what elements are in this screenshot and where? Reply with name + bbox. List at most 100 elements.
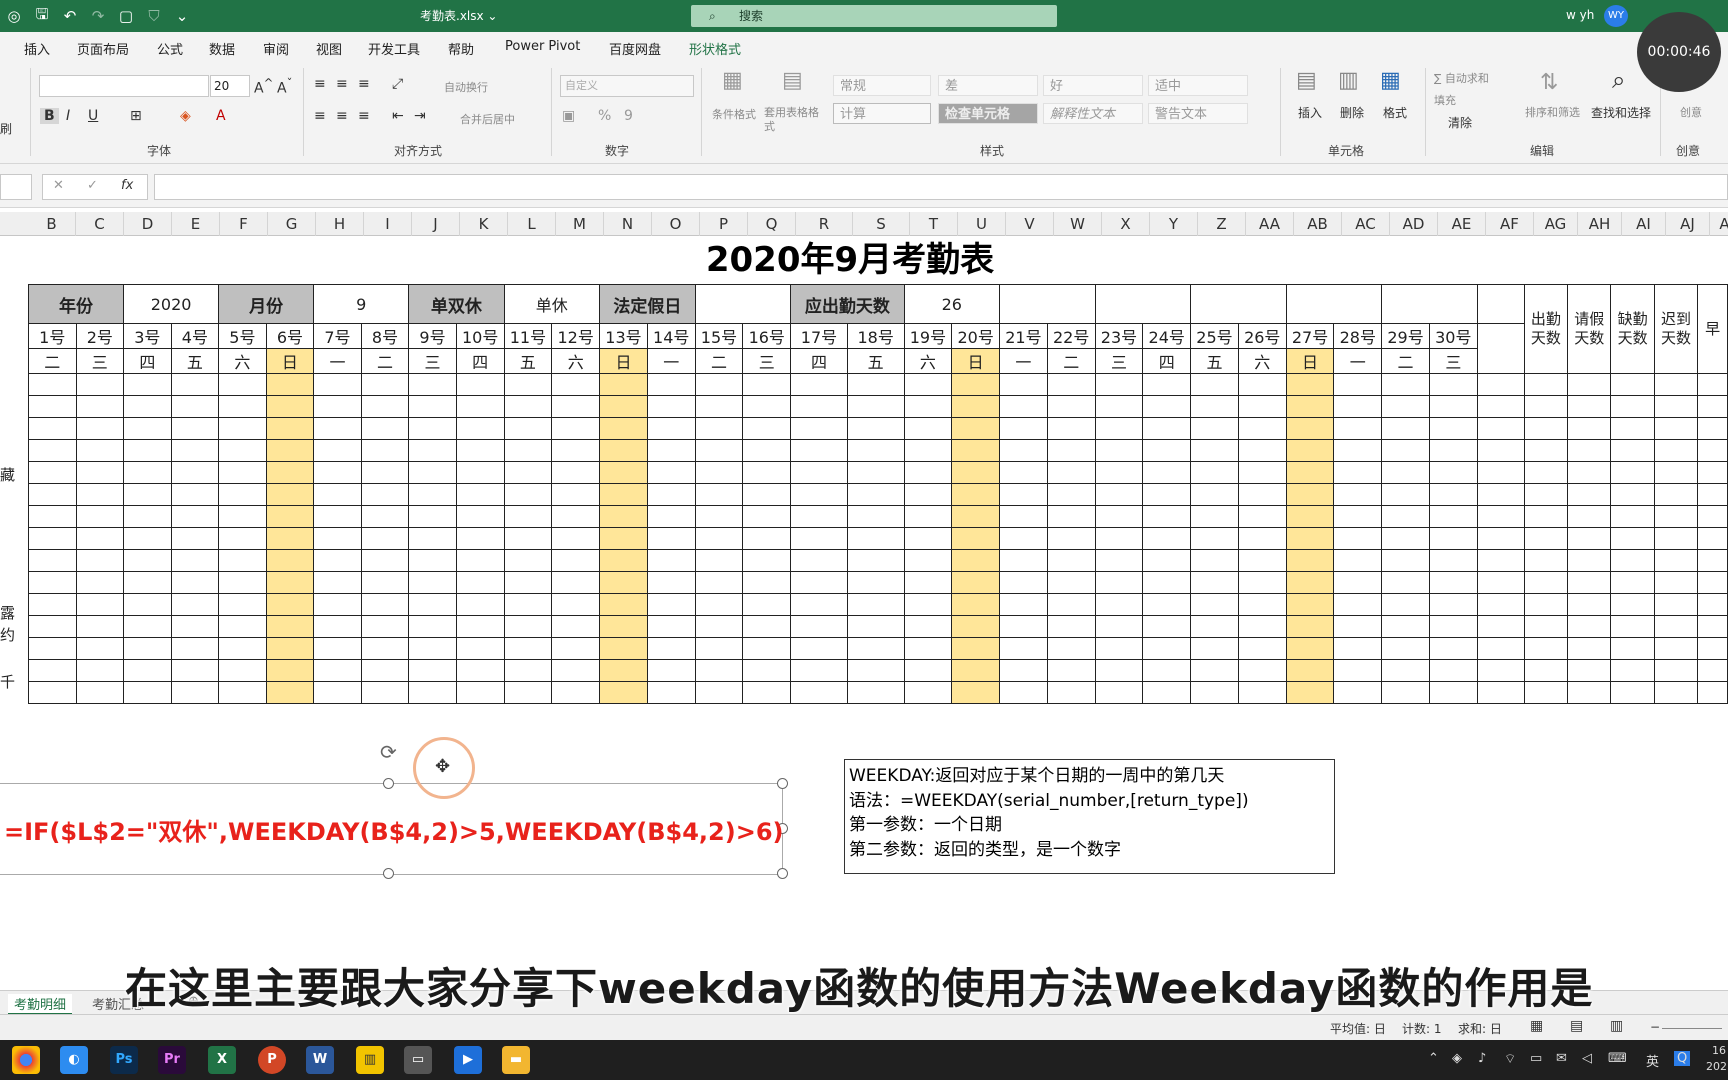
attendance-cell[interactable] bbox=[503, 461, 553, 484]
align-middle-icon[interactable]: ≡ bbox=[336, 76, 348, 92]
summary-cell[interactable] bbox=[1697, 439, 1728, 462]
attendance-cell[interactable] bbox=[951, 659, 1001, 682]
attendance-cell[interactable] bbox=[903, 373, 953, 396]
attendance-cell[interactable] bbox=[1190, 505, 1239, 528]
attendance-cell[interactable] bbox=[846, 483, 905, 506]
blank-cell[interactable] bbox=[1190, 284, 1287, 324]
attendance-cell[interactable] bbox=[218, 417, 267, 440]
day-cell[interactable]: 29号 bbox=[1381, 323, 1430, 349]
attendance-cell[interactable] bbox=[646, 417, 696, 440]
attendance-cell[interactable] bbox=[75, 373, 125, 396]
chart-app-icon[interactable]: ▥ bbox=[356, 1046, 384, 1074]
attendance-cell[interactable] bbox=[1381, 681, 1430, 704]
attendance-cell[interactable] bbox=[1237, 593, 1287, 616]
attendance-cell[interactable] bbox=[313, 637, 362, 660]
attendance-cell[interactable] bbox=[1285, 505, 1335, 528]
attendance-cell[interactable] bbox=[455, 483, 505, 506]
attendance-cell[interactable] bbox=[1094, 505, 1144, 528]
day-cell[interactable]: 14号 bbox=[646, 323, 696, 349]
autosave-icon[interactable]: ◎ bbox=[0, 7, 28, 25]
attendance-cell[interactable] bbox=[1094, 659, 1144, 682]
weekday-cell[interactable]: 六 bbox=[218, 348, 267, 374]
summary-cell[interactable] bbox=[1523, 483, 1569, 506]
attendance-cell[interactable] bbox=[1285, 571, 1335, 594]
conditional-format-icon[interactable]: ▦ bbox=[722, 68, 743, 93]
format-cells-button[interactable]: 格式 bbox=[1383, 104, 1407, 121]
attendance-cell[interactable] bbox=[646, 527, 696, 550]
attendance-cell[interactable] bbox=[360, 527, 410, 550]
summary-cell[interactable] bbox=[1697, 615, 1728, 638]
column-header[interactable]: X bbox=[1102, 212, 1150, 236]
attendance-cell[interactable] bbox=[903, 593, 953, 616]
attendance-cell[interactable] bbox=[599, 439, 648, 462]
style-normal[interactable]: 常规 bbox=[833, 75, 931, 96]
attendance-cell[interactable] bbox=[170, 373, 220, 396]
attendance-cell[interactable] bbox=[1237, 417, 1287, 440]
find-select-icon[interactable]: ⌕ bbox=[1612, 66, 1625, 94]
attendance-cell[interactable] bbox=[75, 527, 125, 550]
attendance-cell[interactable] bbox=[313, 505, 362, 528]
table-format-icon[interactable]: ▤ bbox=[782, 68, 803, 93]
attendance-cell[interactable] bbox=[28, 461, 77, 484]
attendance-cell[interactable] bbox=[551, 395, 601, 418]
attendance-cell[interactable] bbox=[1094, 527, 1144, 550]
attendance-cell[interactable] bbox=[1190, 593, 1239, 616]
column-header[interactable]: AJ bbox=[1666, 212, 1710, 236]
summary-cell[interactable] bbox=[1653, 593, 1699, 616]
attendance-cell[interactable] bbox=[265, 549, 315, 572]
column-header[interactable]: H bbox=[316, 212, 364, 236]
underline-icon[interactable]: U bbox=[88, 108, 98, 124]
avatar[interactable]: WY bbox=[1604, 5, 1628, 27]
attendance-cell[interactable] bbox=[1428, 439, 1478, 462]
attendance-cell[interactable] bbox=[1142, 571, 1192, 594]
attendance-cell[interactable] bbox=[455, 659, 505, 682]
attendance-cell[interactable] bbox=[1381, 571, 1430, 594]
column-header[interactable]: K bbox=[460, 212, 508, 236]
attendance-cell[interactable] bbox=[1285, 659, 1335, 682]
resize-handle[interactable] bbox=[777, 868, 788, 879]
attendance-cell[interactable] bbox=[455, 681, 505, 704]
weekday-cell[interactable]: 三 bbox=[408, 348, 457, 374]
tray-ime-icon[interactable]: ⌨ bbox=[1608, 1051, 1627, 1066]
normal-view-icon[interactable]: ▦ bbox=[1530, 1018, 1543, 1034]
attendance-cell[interactable] bbox=[1094, 373, 1144, 396]
attendance-cell[interactable] bbox=[1142, 681, 1192, 704]
day-cell[interactable]: 26号 bbox=[1237, 323, 1287, 349]
tab-developer[interactable]: 开发工具 bbox=[368, 39, 420, 58]
attendance-cell[interactable] bbox=[1142, 505, 1192, 528]
attendance-cell[interactable] bbox=[903, 615, 953, 638]
attendance-cell[interactable] bbox=[28, 527, 77, 550]
name-box[interactable] bbox=[0, 174, 32, 200]
blank-cell[interactable] bbox=[1477, 349, 1524, 374]
attendance-cell[interactable] bbox=[694, 461, 744, 484]
attendance-cell[interactable] bbox=[455, 571, 505, 594]
blank-cell[interactable] bbox=[1476, 284, 1525, 324]
attendance-cell[interactable] bbox=[646, 571, 696, 594]
holiday-value[interactable] bbox=[694, 284, 792, 324]
attendance-cell[interactable] bbox=[1190, 637, 1239, 660]
weekday-cell[interactable]: 二 bbox=[1381, 348, 1430, 374]
attendance-cell[interactable] bbox=[790, 439, 848, 462]
attendance-cell[interactable] bbox=[1333, 527, 1383, 550]
attendance-cell[interactable] bbox=[1046, 593, 1096, 616]
day-cell[interactable]: 1号 bbox=[28, 323, 77, 349]
summary-cell[interactable] bbox=[1610, 549, 1655, 572]
summary-header[interactable]: 迟到 天数 bbox=[1653, 284, 1699, 374]
align-right-icon[interactable]: ≡ bbox=[358, 108, 370, 124]
attendance-cell[interactable] bbox=[1285, 373, 1335, 396]
attendance-cell[interactable] bbox=[218, 659, 267, 682]
attendance-cell[interactable] bbox=[599, 615, 648, 638]
find-select-button[interactable]: 查找和选择 bbox=[1591, 104, 1651, 121]
cancel-icon[interactable]: ✕ bbox=[53, 178, 64, 193]
attendance-cell[interactable] bbox=[28, 549, 77, 572]
column-header[interactable]: A bbox=[1710, 212, 1728, 236]
attendance-cell[interactable] bbox=[551, 483, 601, 506]
attendance-cell[interactable] bbox=[694, 439, 744, 462]
summary-header[interactable]: 请假 天数 bbox=[1567, 284, 1612, 374]
attendance-cell[interactable] bbox=[1142, 483, 1192, 506]
attendance-cell[interactable] bbox=[1237, 439, 1287, 462]
column-header[interactable]: AC bbox=[1342, 212, 1390, 236]
attendance-cell[interactable] bbox=[846, 549, 905, 572]
font-color-icon[interactable]: A bbox=[216, 108, 226, 124]
weekday-cell[interactable]: 六 bbox=[903, 348, 953, 374]
